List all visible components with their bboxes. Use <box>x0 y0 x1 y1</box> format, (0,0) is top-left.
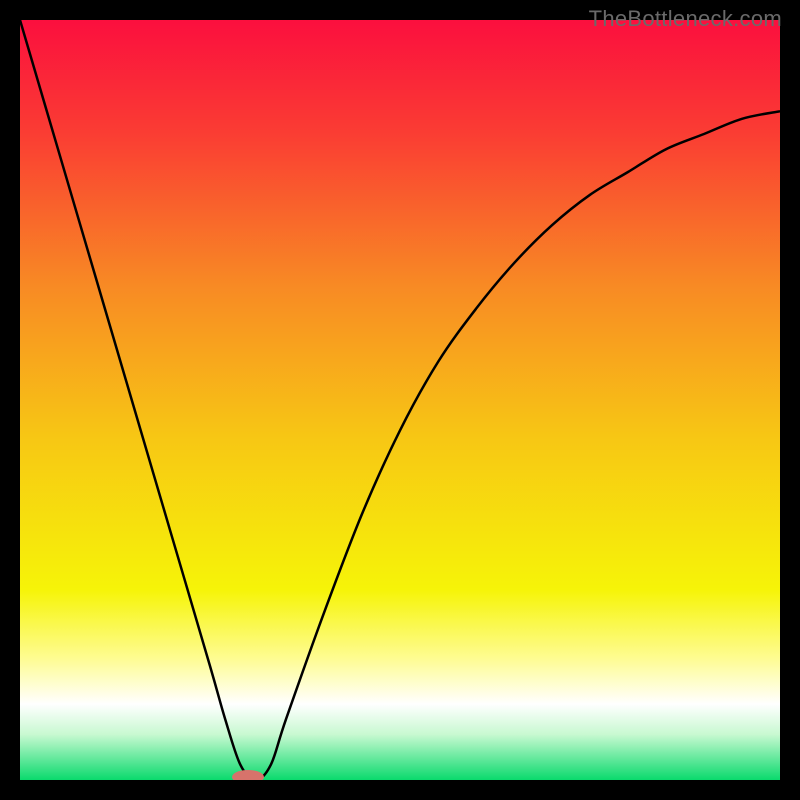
bottleneck-chart <box>20 20 780 780</box>
watermark-text: TheBottleneck.com <box>589 6 782 32</box>
chart-background <box>20 20 780 780</box>
chart-frame <box>20 20 780 780</box>
